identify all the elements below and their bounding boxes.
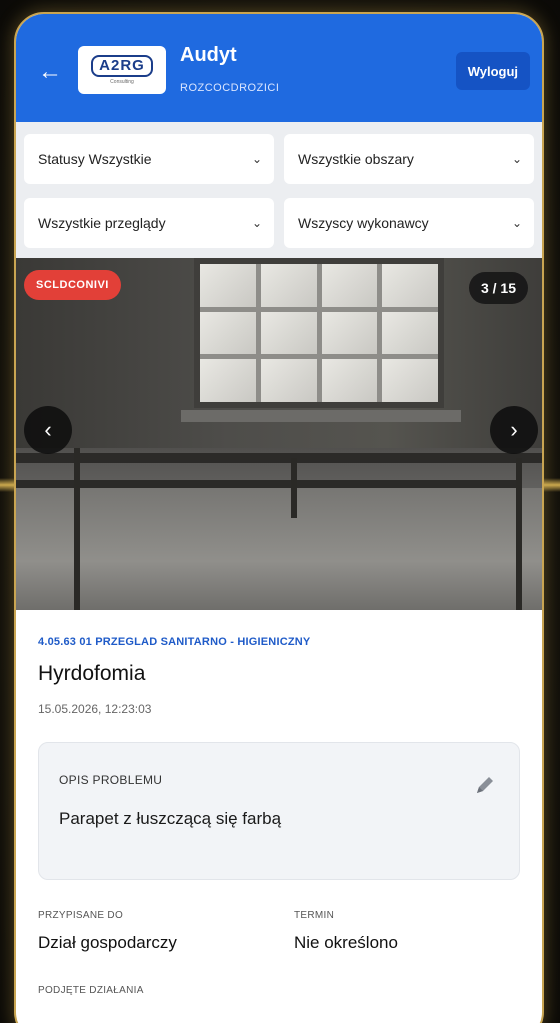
finding-timestamp: 15.05.2026, 12:23:03	[38, 702, 152, 716]
chevron-down-icon: ⌄	[251, 216, 262, 230]
previous-photo-button[interactable]: ‹	[24, 406, 72, 454]
select-value: Wszystkie obszary	[298, 151, 414, 167]
back-button[interactable]: ←	[36, 58, 64, 86]
problem-label: OPIS PROBLEMU	[59, 773, 163, 787]
assigned-label: PRZYPISANE DO	[38, 910, 124, 921]
chevron-down-icon: ⌄	[251, 152, 262, 166]
area-filter-select[interactable]: Wszystkie obszary ⌄	[284, 134, 534, 184]
photo-pipe	[16, 480, 516, 488]
phone-frame: ← A2RG Consulting Audyt ROZCOCDROZICI Wy…	[14, 12, 544, 1023]
photo-carousel: SCLDCONIVI 3 / 15 ‹ ›	[16, 258, 542, 610]
actions-label: PODJĘTE DZIAŁANIA	[38, 985, 144, 996]
finding-details: 4.05.63 01 PRZEGLAD SANITARNO - HIGIENIC…	[16, 610, 542, 996]
photo-windowsill	[181, 410, 461, 422]
logout-button[interactable]: Wyloguj	[455, 52, 530, 90]
finding-meta: PRZYPISANE DO Dział gospodarczy TERMIN N…	[38, 910, 520, 953]
status-filter-select[interactable]: Statusy Wszystkie ⌄	[24, 134, 274, 184]
select-value: Wszyscy wykonawcy	[298, 215, 429, 231]
chevron-left-icon: ‹	[44, 417, 52, 442]
photo-window	[194, 258, 444, 408]
arrow-left-icon: ←	[38, 58, 62, 85]
assigned-section: PRZYPISANE DO Dział gospodarczy	[38, 910, 294, 953]
pencil-icon[interactable]	[473, 773, 497, 797]
photo-counter: 3 / 15	[468, 272, 528, 304]
photo-post	[291, 458, 297, 518]
logo-text: A2RG	[91, 55, 153, 77]
company-logo: A2RG Consulting	[78, 46, 166, 94]
photo-post	[74, 448, 80, 610]
filter-bar: Statusy Wszystkie ⌄ Wszystkie obszary ⌄ …	[16, 122, 542, 258]
chevron-down-icon: ⌄	[511, 152, 522, 166]
photo-floor	[16, 488, 542, 610]
app-header: ← A2RG Consulting Audyt ROZCOCDROZICI Wy…	[16, 14, 542, 122]
status-badge: SCLDCONIVI	[24, 270, 121, 300]
photo-post	[516, 458, 522, 610]
deadline-label: TERMIN	[294, 910, 335, 921]
problem-text: Parapet z łuszczącą się farbą	[59, 809, 282, 828]
next-photo-button[interactable]: ›	[490, 406, 538, 454]
deadline-section: TERMIN Nie określono	[294, 910, 520, 953]
inspection-filter-select[interactable]: Wszystkie przeglądy ⌄	[24, 198, 274, 248]
finding-title: Hyrdofomia	[38, 662, 146, 685]
problem-description-card: OPIS PROBLEMU Parapet z łuszczącą się fa…	[38, 742, 520, 880]
page-title: Audyt	[180, 44, 237, 66]
select-value: Statusy Wszystkie	[38, 151, 152, 167]
chevron-down-icon: ⌄	[511, 216, 522, 230]
contractor-filter-select[interactable]: Wszyscy wykonawcy ⌄	[284, 198, 534, 248]
page-subtitle: ROZCOCDROZICI	[180, 82, 280, 94]
chevron-right-icon: ›	[510, 417, 518, 442]
logo-subtext: Consulting	[110, 79, 134, 85]
assigned-value: Dział gospodarczy	[38, 933, 177, 952]
finding-category: 4.05.63 01 PRZEGLAD SANITARNO - HIGIENIC…	[38, 636, 311, 648]
deadline-value: Nie określono	[294, 933, 398, 952]
select-value: Wszystkie przeglądy	[38, 215, 166, 231]
photo-pipe	[16, 453, 542, 463]
